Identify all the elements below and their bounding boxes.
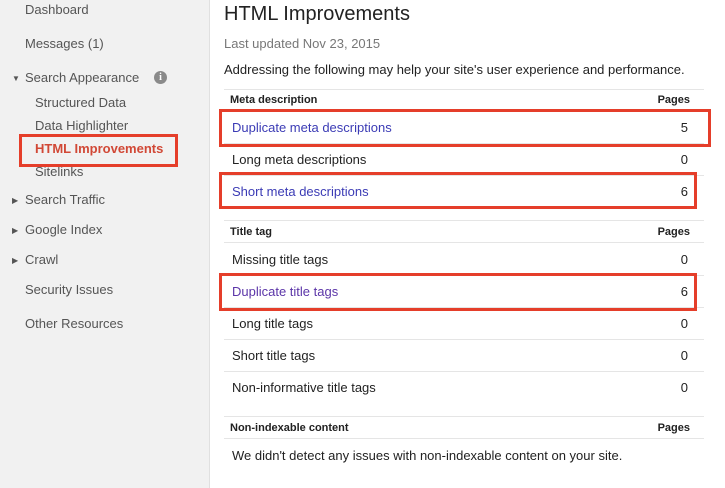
nonindex-pages-header: Pages	[657, 422, 690, 434]
divider	[224, 242, 704, 243]
table-row-value: 5	[680, 120, 688, 135]
nonindex-section-header: Non-indexable content	[230, 422, 349, 434]
table-row-label: Missing title tags	[232, 252, 329, 267]
nonindex-message: We didn't detect any issues with non-ind…	[232, 448, 623, 463]
divider	[224, 220, 704, 221]
nav-security-issues[interactable]: Security Issues	[25, 282, 113, 297]
duplicate-meta-link[interactable]: Duplicate meta descriptions	[232, 120, 392, 135]
divider	[224, 89, 704, 90]
divider	[224, 371, 704, 372]
table-row-label[interactable]: Duplicate meta descriptions	[232, 120, 392, 135]
table-row-value: 6	[680, 284, 688, 299]
nav-sitelinks[interactable]: Sitelinks	[35, 164, 83, 179]
table-row-label: Long meta descriptions	[232, 152, 367, 167]
caret-right-icon[interactable]: ▶	[12, 196, 18, 205]
nav-other-resources[interactable]: Other Resources	[25, 316, 123, 331]
nav-google-index[interactable]: Google Index	[25, 222, 102, 237]
nav-dashboard[interactable]: Dashboard	[25, 2, 89, 17]
divider	[224, 143, 704, 144]
divider	[224, 307, 704, 308]
meta-pages-header: Pages	[657, 94, 690, 106]
caret-down-icon[interactable]: ▼	[12, 74, 20, 83]
table-row-label: Short title tags	[232, 348, 316, 363]
nav-search-appearance[interactable]: Search Appearance	[25, 70, 139, 85]
nav-crawl[interactable]: Crawl	[25, 252, 58, 267]
nav-data-highlighter[interactable]: Data Highlighter	[35, 118, 128, 133]
sidebar: Dashboard Messages (1) ▼ Search Appearan…	[0, 0, 210, 488]
caret-right-icon[interactable]: ▶	[12, 226, 18, 235]
meta-section-header: Meta description	[230, 94, 318, 106]
table-row-label: Long title tags	[232, 316, 313, 331]
divider	[224, 110, 704, 111]
nav-structured-data[interactable]: Structured Data	[35, 95, 126, 110]
divider	[224, 438, 704, 439]
nav-messages[interactable]: Messages (1)	[25, 36, 104, 51]
title-pages-header: Pages	[657, 226, 690, 238]
table-row-value: 0	[680, 380, 688, 395]
divider	[224, 416, 704, 417]
table-row-label[interactable]: Short meta descriptions	[232, 184, 369, 199]
table-row-value: 0	[680, 252, 688, 267]
table-row-value: 6	[680, 184, 688, 199]
table-row-value: 0	[680, 152, 688, 167]
divider	[224, 275, 704, 276]
intro-text: Addressing the following may help your s…	[224, 62, 685, 77]
table-row-value: 0	[680, 348, 688, 363]
table-row-label: Non-informative title tags	[232, 380, 376, 395]
duplicate-title-link[interactable]: Duplicate title tags	[232, 284, 338, 299]
divider	[224, 339, 704, 340]
title-section-header: Title tag	[230, 226, 272, 238]
nav-html-improvements[interactable]: HTML Improvements	[35, 141, 163, 156]
short-meta-link[interactable]: Short meta descriptions	[232, 184, 369, 199]
info-icon[interactable]: i	[154, 71, 167, 84]
last-updated: Last updated Nov 23, 2015	[224, 36, 381, 51]
table-row-value: 0	[680, 316, 688, 331]
table-row-label[interactable]: Duplicate title tags	[232, 284, 338, 299]
page-title: HTML Improvements	[224, 3, 410, 25]
divider	[224, 175, 704, 176]
nav-search-traffic[interactable]: Search Traffic	[25, 192, 105, 207]
caret-right-icon[interactable]: ▶	[12, 256, 18, 265]
